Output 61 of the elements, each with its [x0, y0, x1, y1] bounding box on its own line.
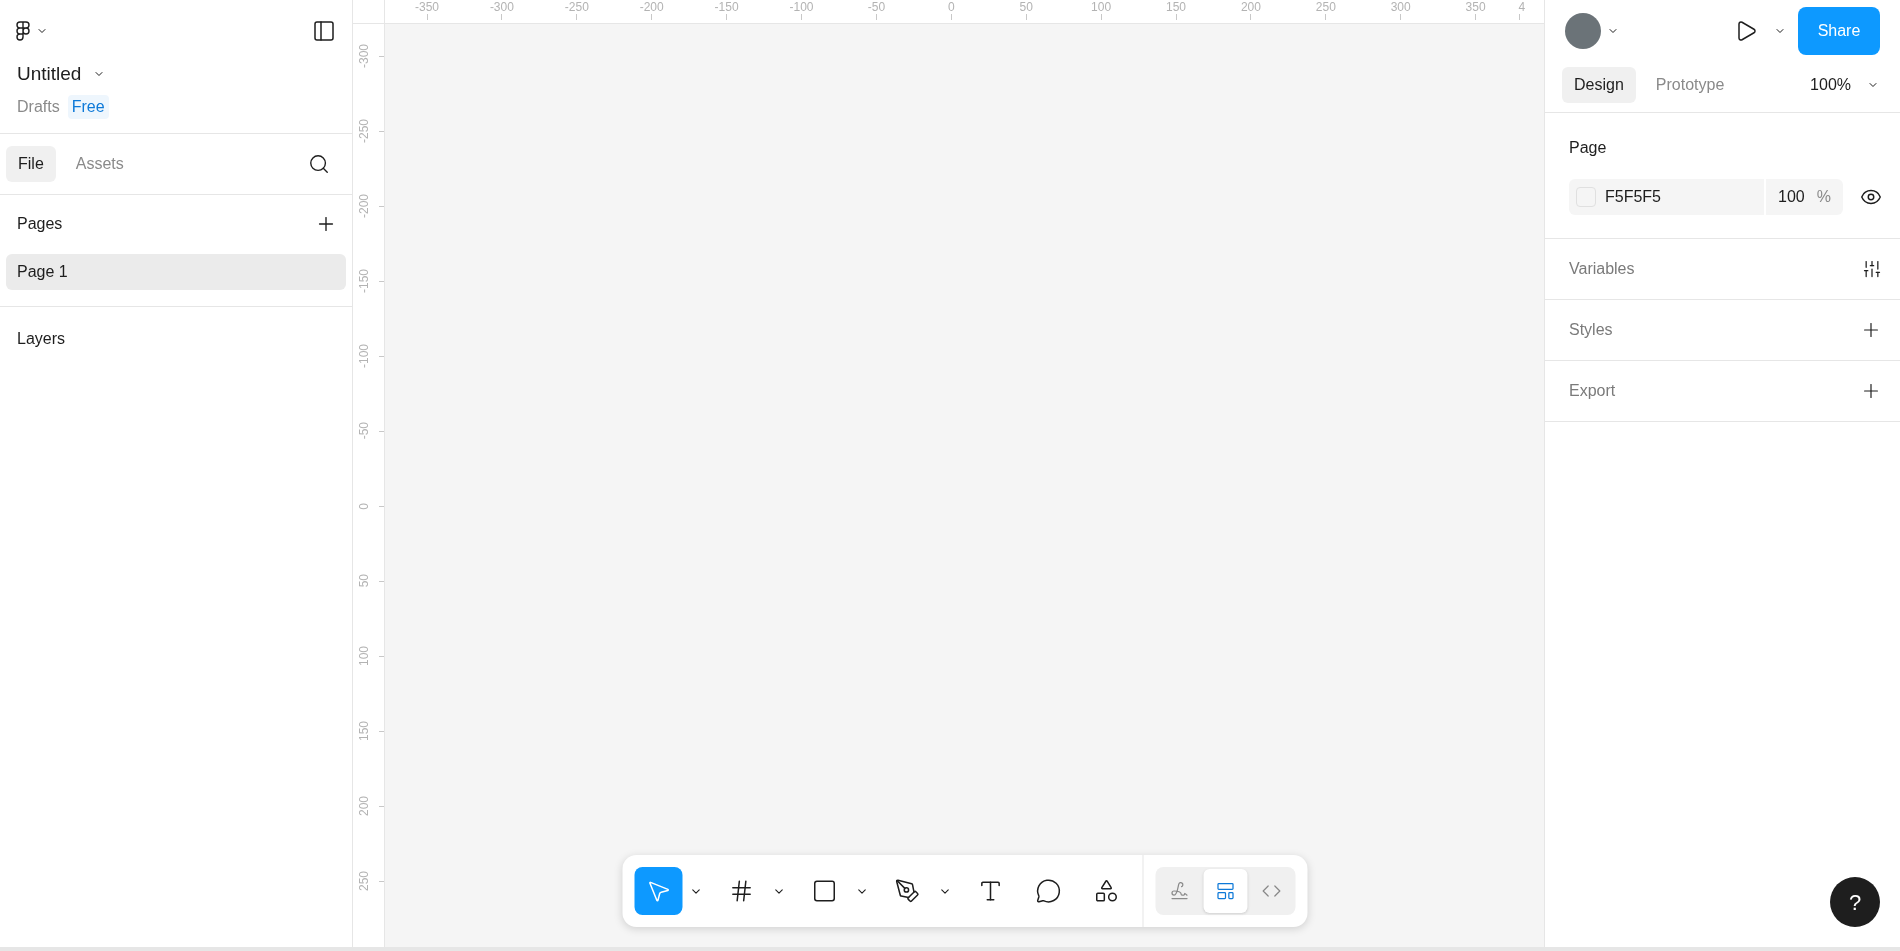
ruler-label: 250 [1315, 0, 1336, 14]
ruler-label: -300 [489, 0, 514, 14]
ruler-label: 0 [357, 502, 371, 510]
section-title: Variables [1569, 259, 1636, 279]
ruler-label: 150 [357, 721, 371, 741]
ruler-label: -350 [415, 0, 439, 14]
plan-badge: Free [67, 94, 109, 119]
section-title: Layers [17, 329, 66, 347]
ruler-label: 250 [357, 871, 371, 891]
ruler-label: -250 [564, 0, 589, 14]
section-title: Page [1569, 138, 1608, 158]
help-button[interactable]: ? [1830, 877, 1880, 927]
page-item[interactable]: Page 1 [6, 253, 346, 290]
main-menu-button[interactable] [16, 20, 48, 42]
ruler-label: 100 [357, 646, 371, 666]
ruler-label: 4 [1518, 0, 1526, 14]
pen-icon [894, 878, 920, 904]
shapes-icon [1093, 878, 1119, 904]
ruler-label: 350 [1465, 0, 1486, 14]
fill-field[interactable]: F5F5F5 100 % [1569, 179, 1843, 215]
ruler-label: -100 [789, 0, 814, 14]
avatar [1565, 13, 1601, 49]
file-title[interactable]: Untitled [17, 60, 82, 89]
ruler-label: -200 [639, 0, 664, 14]
ruler-label: 200 [357, 796, 371, 816]
sidebar-toggle-icon[interactable] [312, 19, 336, 43]
panel-tab[interactable]: File [6, 145, 56, 182]
ruler-label: -200 [357, 194, 371, 218]
account-menu-button[interactable] [1565, 13, 1619, 49]
opacity-value: 100 [1778, 187, 1805, 207]
search-icon[interactable] [308, 152, 330, 175]
percent-unit: % [1816, 187, 1831, 207]
zoom-dropdown[interactable]: 100% [1810, 73, 1879, 97]
speech-bubble-icon [1035, 878, 1061, 904]
sliders-icon[interactable] [1862, 259, 1882, 279]
ruler-label: 300 [1390, 0, 1411, 14]
panel-tab[interactable]: Assets [63, 145, 136, 182]
ruler-label: 150 [1166, 0, 1186, 14]
section-title: Export [1569, 381, 1617, 401]
mode-button[interactable] [1203, 869, 1247, 913]
section-title: Styles [1569, 320, 1614, 340]
ruler-label: -300 [357, 44, 371, 68]
ruler-label: 100 [1091, 0, 1112, 14]
location-link[interactable]: Drafts [17, 94, 60, 119]
panel-tab[interactable]: Prototype [1643, 67, 1737, 103]
logo-icon [16, 20, 30, 42]
ruler-label: -150 [357, 269, 371, 293]
ruler-label: -250 [357, 119, 371, 143]
square-icon [811, 878, 837, 904]
ruler-label: 0 [947, 0, 955, 14]
ruler-label: -50 [357, 422, 371, 440]
ruler-label: -100 [357, 344, 371, 368]
ruler-label: -150 [714, 0, 739, 14]
ruler-label: -50 [867, 0, 886, 14]
section-title: Pages [17, 214, 63, 234]
panel-tab[interactable]: Design [1562, 67, 1636, 103]
ruler-label: 200 [1240, 0, 1261, 14]
scribble-icon [1169, 881, 1189, 901]
hex-value: F5F5F5 [1605, 187, 1662, 207]
ruler-label: 50 [1019, 0, 1033, 14]
ruler-label: 50 [357, 574, 371, 588]
